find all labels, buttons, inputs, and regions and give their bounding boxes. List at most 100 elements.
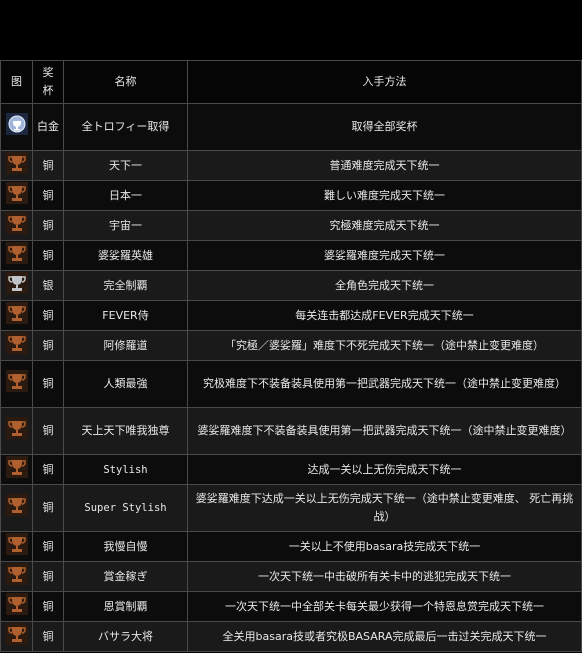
- bronze-trophy-icon: [5, 301, 28, 324]
- trophy-icon-cell: [0, 561, 33, 592]
- trophy-cup: 白金: [32, 103, 64, 151]
- trophy-icon-cell: [0, 150, 33, 181]
- trophy-page: 图 奖杯 名称 入手方法 白金 全トロフィー取得 取得全部奖杯铜天下一 普通难度完成天…: [0, 0, 582, 653]
- trophy-name: 宇宙一: [63, 210, 188, 241]
- trophy-cup: 铜: [32, 561, 64, 592]
- trophy-name: 天下一: [63, 150, 188, 181]
- bronze-trophy-icon: [5, 211, 28, 234]
- trophy-name: 我慢自慢: [63, 531, 188, 562]
- trophy-method: 一次天下统一中全部关卡每关最少获得一个特恩息赏完成天下统一: [187, 591, 582, 622]
- bronze-trophy-icon: [5, 562, 28, 585]
- platinum-trophy-icon: [5, 113, 28, 135]
- trophy-method: 普通难度完成天下统一: [187, 150, 582, 181]
- bronze-trophy-icon: [5, 370, 28, 392]
- bronze-trophy-icon: [5, 331, 28, 354]
- trophy-method: 究極难度完成天下统一: [187, 210, 582, 241]
- table-row: 铜 Stylish 达成一关以上无伤完成天下统一: [0, 454, 582, 485]
- trophy-icon-cell: [0, 454, 33, 485]
- table-row: 铜宇宙一 究極难度完成天下统一: [0, 210, 582, 241]
- trophy-icon-cell: [0, 407, 33, 455]
- header-name: 名称: [63, 60, 188, 104]
- trophy-icon-cell: [0, 591, 33, 622]
- trophy-cup: 铜: [32, 150, 64, 181]
- bronze-trophy-icon: [5, 494, 28, 516]
- table-row: 银完全制覇 全角色完成天下统一: [0, 270, 582, 301]
- trophy-cup: 铜: [32, 360, 64, 408]
- bronze-trophy-icon: [5, 455, 28, 478]
- header-method: 入手方法: [187, 60, 582, 104]
- table-row: 铜婆娑羅英雄 婆娑羅难度完成天下统一: [0, 240, 582, 271]
- trophy-cup: 铜: [32, 180, 64, 211]
- table-row: 铜天下一 普通难度完成天下统一: [0, 150, 582, 181]
- trophy-name: 恩賞制覇: [63, 591, 188, 622]
- bronze-trophy-icon: [5, 592, 28, 615]
- trophy-method: 一关以上不使用basara技完成天下统一: [187, 531, 582, 562]
- table-row: 铜天上天下唯我独尊 婆娑羅难度下不装备装具使用第一把武器完成天下统一（途中禁止变更…: [0, 407, 582, 455]
- trophy-name: 全トロフィー取得: [63, 103, 188, 151]
- trophy-icon-cell: [0, 621, 33, 652]
- header-cup: 奖杯: [32, 60, 64, 104]
- table-row: 铜 FEVER侍 每关连击都达成FEVER完成天下统一: [0, 300, 582, 331]
- table-row: 铜人類最強 究极难度下不装备装具使用第一把武器完成天下统一（途中禁止变更难度）: [0, 360, 582, 408]
- silver-trophy-icon: [5, 271, 28, 294]
- trophy-cup: 铜: [32, 454, 64, 485]
- trophy-method: 取得全部奖杯: [187, 103, 582, 151]
- trophy-name: 日本一: [63, 180, 188, 211]
- trophy-name: 天上天下唯我独尊: [63, 407, 188, 455]
- table-row: 铜バサラ大将 全关用basara技或者究极BASARA完成最后一击过关完成天下统一: [0, 621, 582, 652]
- trophy-cup: 铜: [32, 484, 64, 532]
- trophy-method: 婆娑羅难度下达成一关以上无伤完成天下统一（途中禁止变更难度、 死亡再挑战）: [187, 484, 582, 532]
- table-row: 铜恩賞制覇 一次天下统一中全部关卡每关最少获得一个特恩息赏完成天下统一: [0, 591, 582, 622]
- trophy-name: FEVER侍: [63, 300, 188, 331]
- trophy-method: 每关连击都达成FEVER完成天下统一: [187, 300, 582, 331]
- trophy-cup: 铜: [32, 330, 64, 361]
- trophy-cup: 铜: [32, 407, 64, 455]
- table-row: 铜賞金稼ぎ 一次天下统一中击破所有关卡中的逃犯完成天下统一: [0, 561, 582, 592]
- trophy-name: バサラ大将: [63, 621, 188, 652]
- trophy-cup: 铜: [32, 210, 64, 241]
- trophy-name: 人類最強: [63, 360, 188, 408]
- trophy-cup: 铜: [32, 240, 64, 271]
- header-icon: 图: [0, 60, 33, 104]
- trophy-icon-cell: [0, 180, 33, 211]
- trophy-icon-cell: [0, 270, 33, 301]
- trophy-method: 全角色完成天下统一: [187, 270, 582, 301]
- table-row: 铜阿修羅道 「究極／婆娑羅」难度下不死完成天下统一（途中禁止变更难度）: [0, 330, 582, 361]
- trophy-method: 一次天下统一中击破所有关卡中的逃犯完成天下统一: [187, 561, 582, 592]
- trophy-method: 婆娑羅难度下不装备装具使用第一把武器完成天下统一（途中禁止变更难度）: [187, 407, 582, 455]
- trophy-name: Super Stylish: [63, 484, 188, 532]
- trophy-name: 賞金稼ぎ: [63, 561, 188, 592]
- bronze-trophy-icon: [5, 622, 28, 645]
- trophy-icon-cell: [0, 240, 33, 271]
- trophy-icon-cell: [0, 360, 33, 408]
- trophy-method: 難しい难度完成天下统一: [187, 180, 582, 211]
- trophy-cup: 银: [32, 270, 64, 301]
- table-row: 白金 全トロフィー取得 取得全部奖杯: [0, 103, 582, 151]
- trophy-method: 婆娑羅难度完成天下统一: [187, 240, 582, 271]
- trophy-cup: 铜: [32, 621, 64, 652]
- trophy-icon-cell: [0, 210, 33, 241]
- trophy-name: Stylish: [63, 454, 188, 485]
- trophy-icon-cell: [0, 300, 33, 331]
- trophy-icon-cell: [0, 103, 33, 151]
- table-header-row: 图 奖杯 名称 入手方法: [0, 60, 582, 104]
- table-row: 铜 Super Stylish 婆娑羅难度下达成一关以上无伤完成天下统一（途中禁止变…: [0, 484, 582, 532]
- table-row: 铜日本一 難しい难度完成天下统一: [0, 180, 582, 211]
- bronze-trophy-icon: [5, 532, 28, 555]
- trophy-method: 「究極／婆娑羅」难度下不死完成天下统一（途中禁止变更难度）: [187, 330, 582, 361]
- table-row: 铜我慢自慢 一关以上不使用basara技完成天下统一: [0, 531, 582, 562]
- trophy-icon-cell: [0, 330, 33, 361]
- trophy-method: 全关用basara技或者究极BASARA完成最后一击过关完成天下统一: [187, 621, 582, 652]
- trophy-method: 究极难度下不装备装具使用第一把武器完成天下统一（途中禁止变更难度）: [187, 360, 582, 408]
- trophy-method: 达成一关以上无伤完成天下统一: [187, 454, 582, 485]
- trophy-name: 完全制覇: [63, 270, 188, 301]
- trophy-name: 阿修羅道: [63, 330, 188, 361]
- bronze-trophy-icon: [5, 151, 28, 174]
- bronze-trophy-icon: [5, 417, 28, 439]
- trophy-name: 婆娑羅英雄: [63, 240, 188, 271]
- bronze-trophy-icon: [5, 241, 28, 264]
- trophy-table: 图 奖杯 名称 入手方法 白金 全トロフィー取得 取得全部奖杯铜天下一 普通难度完成天…: [0, 60, 582, 652]
- trophy-cup: 铜: [32, 591, 64, 622]
- bronze-trophy-icon: [5, 181, 28, 204]
- trophy-icon-cell: [0, 531, 33, 562]
